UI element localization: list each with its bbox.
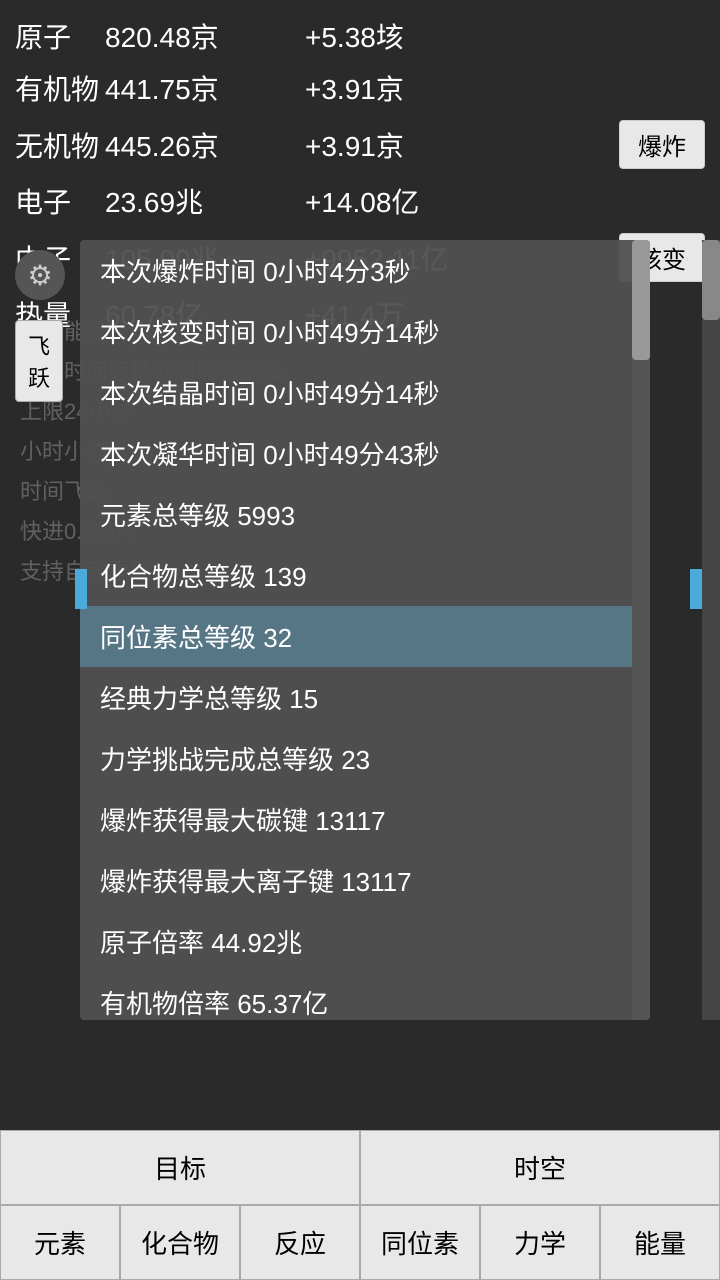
electron-label: 电子: [15, 181, 105, 221]
nav-row-1: 目标 时空: [0, 1130, 720, 1205]
atom-delta: +5.38垓: [305, 16, 705, 56]
popup-item-0: 本次爆炸时间 0小时4分3秒: [80, 240, 650, 301]
popup-content[interactable]: 本次爆炸时间 0小时4分3秒本次核变时间 0小时49分14秒本次结晶时间 0小时…: [80, 240, 650, 1020]
inorganic-delta: +3.91京: [305, 125, 619, 165]
nav-btn-target[interactable]: 目标: [0, 1130, 360, 1205]
small-btn-area: 飞跃: [15, 320, 63, 402]
popup-item-8: 力学挑战完成总等级 23: [80, 728, 650, 789]
nav-row-2: 元素 化合物 反应 同位素 力学 能量: [0, 1205, 720, 1280]
popup-item-2: 本次结晶时间 0小时49分14秒: [80, 362, 650, 423]
popup-scrollbar-thumb[interactable]: [632, 240, 650, 360]
stats-popup[interactable]: 本次爆炸时间 0小时4分3秒本次核变时间 0小时49分14秒本次结晶时间 0小时…: [80, 240, 650, 1020]
inorganic-label: 无机物: [15, 125, 105, 165]
nav-btn-compound[interactable]: 化合物: [120, 1205, 240, 1280]
organic-label: 有机物: [15, 68, 105, 108]
nav-btn-element[interactable]: 元素: [0, 1205, 120, 1280]
resource-row-organic: 有机物 441.75京 +3.91京: [15, 62, 705, 114]
gear-area[interactable]: ⚙: [15, 250, 65, 300]
popup-item-11: 原子倍率 44.92兆: [80, 911, 650, 972]
nav-btn-energy[interactable]: 能量: [600, 1205, 720, 1280]
right-scrollbar[interactable]: [702, 240, 720, 1020]
popup-item-9: 爆炸获得最大碳键 13117: [80, 789, 650, 850]
nav-btn-spacetime[interactable]: 时空: [360, 1130, 720, 1205]
small-action-button[interactable]: 飞跃: [15, 320, 63, 402]
popup-item-1: 本次核变时间 0小时49分14秒: [80, 301, 650, 362]
popup-item-6: 同位素总等级 32: [80, 606, 650, 667]
atom-label: 原子: [15, 16, 105, 56]
explode-button[interactable]: 爆炸: [619, 120, 705, 169]
popup-item-10: 爆炸获得最大离子键 13117: [80, 850, 650, 911]
atom-value: 820.48京: [105, 16, 305, 56]
popup-item-7: 经典力学总等级 15: [80, 667, 650, 728]
organic-value: 441.75京: [105, 68, 305, 108]
resource-row-electron: 电子 23.69兆 +14.08亿: [15, 175, 705, 227]
nav-btn-mechanics[interactable]: 力学: [480, 1205, 600, 1280]
popup-item-12: 有机物倍率 65.37亿: [80, 972, 650, 1020]
popup-item-3: 本次凝华时间 0小时49分43秒: [80, 423, 650, 484]
bottom-nav: 目标 时空 元素 化合物 反应 同位素 力学 能量: [0, 1130, 720, 1280]
popup-item-4: 元素总等级 5993: [80, 484, 650, 545]
nav-btn-reaction[interactable]: 反应: [240, 1205, 360, 1280]
organic-delta: +3.91京: [305, 68, 705, 108]
resource-row-atom: 原子 820.48京 +5.38垓: [15, 10, 705, 62]
popup-scrollbar[interactable]: [632, 240, 650, 1020]
blue-indicator-left: [75, 569, 87, 609]
resource-row-inorganic: 无机物 445.26京 +3.91京 爆炸: [15, 114, 705, 175]
gear-icon[interactable]: ⚙: [15, 250, 65, 300]
nav-btn-isotope[interactable]: 同位素: [360, 1205, 480, 1280]
popup-item-5: 化合物总等级 139: [80, 545, 650, 606]
blue-indicator-right: [690, 569, 702, 609]
inorganic-value: 445.26京: [105, 125, 305, 165]
electron-delta: +14.08亿: [305, 181, 705, 221]
right-scrollbar-thumb[interactable]: [702, 240, 720, 320]
electron-value: 23.69兆: [105, 181, 305, 221]
